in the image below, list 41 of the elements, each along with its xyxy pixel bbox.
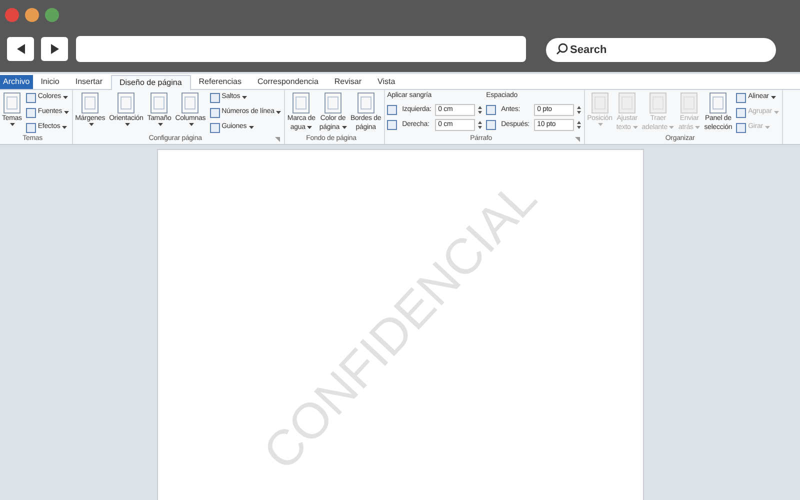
caret-icon <box>598 123 604 126</box>
caret-icon <box>669 126 674 129</box>
ribbon-tab[interactable]: Vista <box>370 75 404 89</box>
back-icon <box>16 44 26 54</box>
caret-icon <box>188 123 194 126</box>
search-field[interactable]: Search <box>546 38 776 62</box>
caret-icon <box>632 126 638 129</box>
launcher-icon[interactable] <box>275 137 280 142</box>
search-icon <box>556 43 568 55</box>
ribbon-tab[interactable]: Inicio <box>32 75 68 89</box>
caret-icon <box>124 123 130 126</box>
ribbon-tab[interactable]: Archivo <box>0 75 33 89</box>
caret-icon <box>64 111 70 114</box>
forward-icon <box>50 44 60 54</box>
ribbon-tab[interactable]: Correspondencia <box>249 75 326 89</box>
caret-icon <box>307 126 312 129</box>
ribbon-tab[interactable]: Diseño de página <box>110 75 191 90</box>
ribbon-tab[interactable]: Insertar <box>67 75 110 89</box>
caret-icon <box>342 126 347 129</box>
minimize-icon[interactable] <box>25 8 39 22</box>
spin-arrows-icon[interactable] <box>478 121 482 129</box>
caret-icon <box>764 126 770 129</box>
back-button[interactable] <box>7 37 34 61</box>
spin-arrows-icon[interactable] <box>577 106 582 114</box>
spin-arrows-icon[interactable] <box>577 121 582 129</box>
ribbon-tab[interactable]: Referencias <box>190 75 250 89</box>
caret-icon <box>158 123 163 126</box>
launcher-icon[interactable] <box>575 137 580 142</box>
caret-icon <box>10 123 16 126</box>
spin-arrows-icon[interactable] <box>478 106 482 114</box>
caret-icon <box>62 96 68 99</box>
ribbon-tab[interactable]: Revisar <box>326 75 370 89</box>
forward-button[interactable] <box>41 37 68 61</box>
caret-icon <box>276 111 282 114</box>
caret-icon <box>248 126 254 129</box>
caret-icon <box>242 96 248 99</box>
caret-icon <box>62 126 68 129</box>
caret-icon <box>695 126 700 129</box>
caret-icon <box>88 123 94 126</box>
caret-icon <box>770 96 776 99</box>
caret-icon <box>774 111 779 114</box>
